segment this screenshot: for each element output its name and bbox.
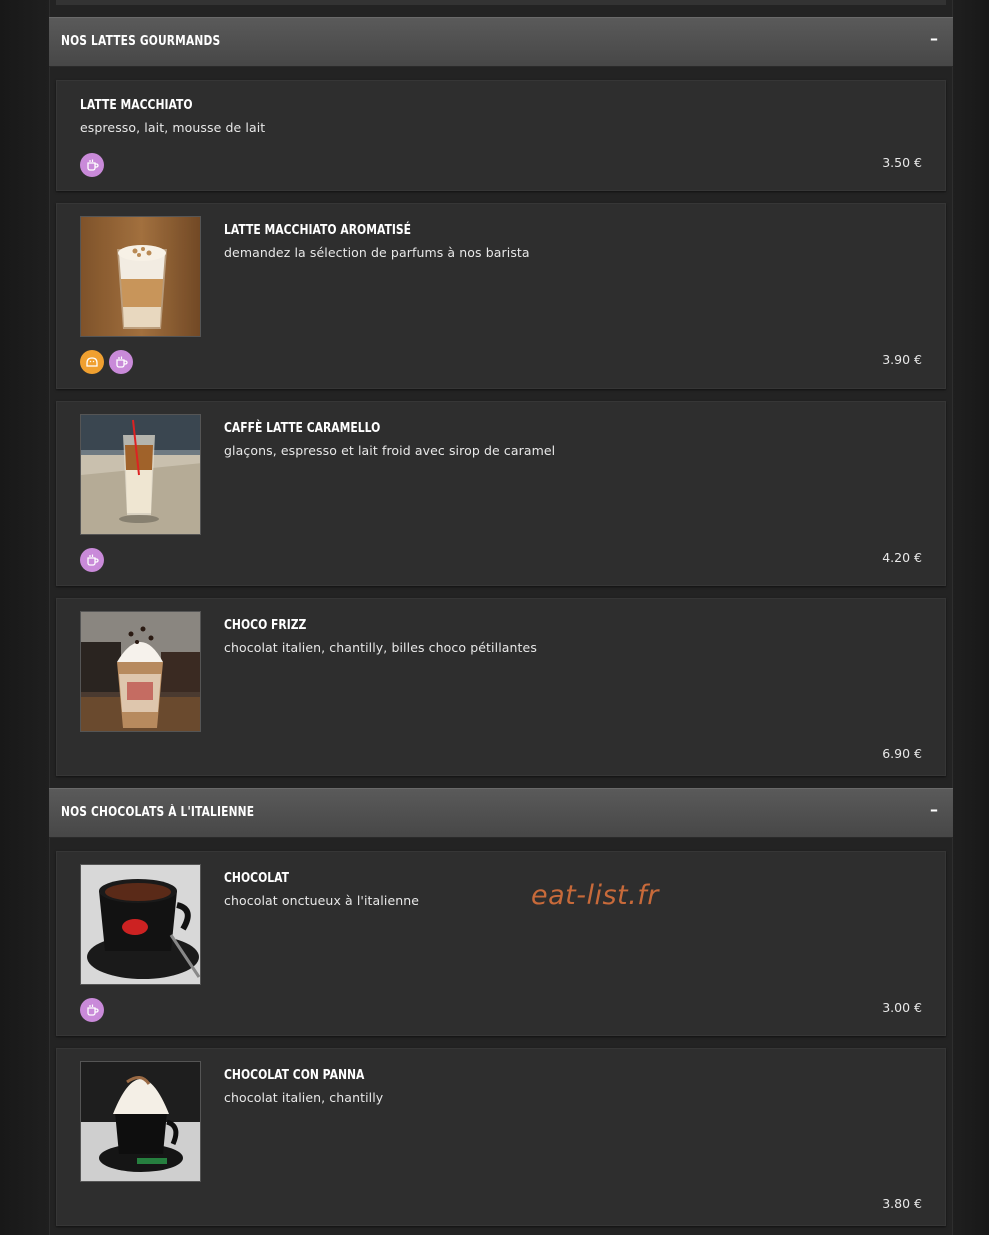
item-name: Caffè Latte Caramello: [224, 420, 381, 436]
item-badges: [80, 153, 104, 177]
item-name: Chocolat: [224, 870, 290, 886]
item-badges: [80, 350, 133, 374]
cup-icon: [80, 153, 104, 177]
section-title: Nos lattes gourmands: [61, 34, 221, 49]
latte-aromatise-photo: [80, 216, 201, 337]
caramello-photo: [80, 414, 201, 535]
item-name: Choco Frizz: [224, 617, 307, 633]
section-title: Nos chocolats à l'italienne: [61, 805, 255, 820]
item-badges: [80, 548, 104, 572]
item-text: Chocolat chocolat onctueux à l'italienne: [224, 868, 419, 908]
menu-page: Nos lattes gourmands – Latte Macchiato e…: [0, 0, 989, 1235]
item-text: Latte Macchiato espresso, lait, mousse d…: [80, 95, 265, 135]
previous-card-edge: [56, 0, 946, 5]
menu-item-chocolat[interactable]: Chocolat chocolat onctueux à l'italienne…: [56, 851, 946, 1036]
item-description: chocolat italien, chantilly, billes choc…: [224, 640, 537, 655]
cup-icon: [80, 548, 104, 572]
item-price: 3.80 €: [882, 1196, 922, 1211]
item-description: espresso, lait, mousse de lait: [80, 120, 266, 135]
section-header-lattes[interactable]: Nos lattes gourmands –: [49, 17, 953, 67]
item-text: Choco Frizz chocolat italien, chantilly,…: [224, 615, 537, 655]
cup-icon: [80, 998, 104, 1022]
item-name: Chocolat con panna: [224, 1067, 365, 1083]
item-price: 3.00 €: [882, 1000, 922, 1015]
item-price: 4.20 €: [882, 550, 922, 565]
collapse-toggle[interactable]: –: [927, 29, 941, 49]
choco-frizz-photo: [80, 611, 201, 732]
item-description: chocolat onctueux à l'italienne: [224, 893, 420, 908]
section-header-chocolats[interactable]: Nos chocolats à l'italienne –: [49, 788, 953, 838]
chocolat-con-panna-photo: [80, 1061, 201, 1182]
item-text: Chocolat con panna chocolat italien, cha…: [224, 1065, 400, 1105]
item-text: Latte Macchiato aromatisé demandez la sé…: [224, 220, 530, 260]
watermark: eat-list.fr: [531, 880, 659, 911]
item-price: 6.90 €: [882, 746, 922, 761]
item-text: Caffè Latte Caramello glaçons, espresso …: [224, 418, 555, 458]
menu-item-choco-frizz[interactable]: Choco Frizz chocolat italien, chantilly,…: [56, 598, 946, 776]
item-name: Latte Macchiato: [80, 97, 193, 113]
cup-icon: [109, 350, 133, 374]
menu-item-caffe-latte-caramello[interactable]: Caffè Latte Caramello glaçons, espresso …: [56, 401, 946, 586]
item-price: 3.50 €: [882, 155, 922, 170]
menu-item-chocolat-con-panna[interactable]: Chocolat con panna chocolat italien, cha…: [56, 1048, 946, 1226]
menu-item-latte-macchiato[interactable]: Latte Macchiato espresso, lait, mousse d…: [56, 80, 946, 191]
item-badges: [80, 998, 104, 1022]
item-description: demandez la sélection de parfums à nos b…: [224, 245, 530, 260]
collapse-toggle[interactable]: –: [927, 800, 941, 820]
item-name: Latte Macchiato aromatisé: [224, 222, 412, 238]
item-description: chocolat italien, chantilly: [224, 1090, 384, 1105]
bread-icon: [80, 350, 104, 374]
menu-item-latte-macchiato-aromatise[interactable]: Latte Macchiato aromatisé demandez la sé…: [56, 203, 946, 389]
chocolat-photo: [80, 864, 201, 985]
item-description: glaçons, espresso et lait froid avec sir…: [224, 443, 556, 458]
item-price: 3.90 €: [882, 352, 922, 367]
